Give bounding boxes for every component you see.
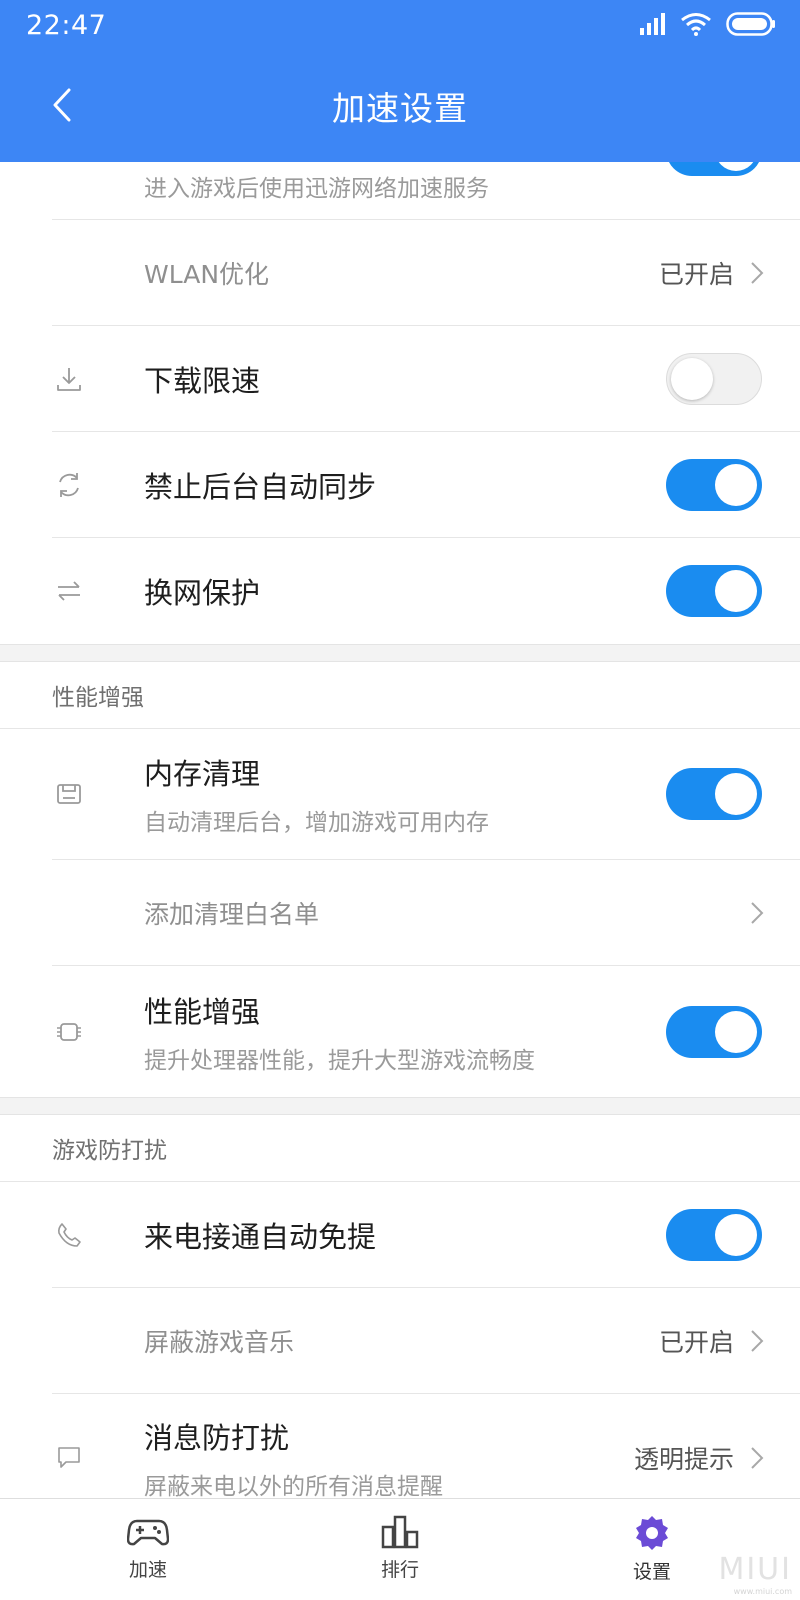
- msg-dnd-subtitle: 屏蔽来电以外的所有消息提醒: [144, 1474, 443, 1498]
- settings-row-msg-dnd[interactable]: 消息防打扰 屏蔽来电以外的所有消息提醒 透明提示: [52, 1394, 800, 1498]
- net-switch-toggle[interactable]: [666, 565, 762, 617]
- app-header: 22:47 加速设置: [0, 0, 800, 162]
- sync-icon: [52, 468, 86, 502]
- ranking-icon: [381, 1515, 419, 1549]
- bg-sync-toggle[interactable]: [666, 458, 762, 511]
- settings-row-call-handsfree[interactable]: 来电接通自动免提: [52, 1182, 800, 1288]
- settings-list[interactable]: 进入游戏后使用迅游网络加速服务 WLAN优化 已开启 下载限速 禁止后台自动同步: [0, 162, 800, 1498]
- call-handsfree-toggle[interactable]: [666, 1208, 762, 1261]
- swap-icon: [52, 574, 86, 608]
- settings-row-net-switch[interactable]: 换网保护: [52, 538, 800, 644]
- settings-row-game-acceleration: 进入游戏后使用迅游网络加速服务: [52, 162, 800, 220]
- download-limit-toggle[interactable]: [666, 352, 762, 405]
- wlan-value: 已开启: [658, 259, 734, 289]
- msg-dnd-title: 消息防打扰: [144, 1421, 290, 1455]
- nav-label: 排行: [380, 1559, 419, 1581]
- row-subtitle: 进入游戏后使用迅游网络加速服务: [144, 176, 489, 202]
- memory-clean-title: 内存清理: [144, 757, 261, 791]
- settings-row-memory-clean[interactable]: 内存清理 自动清理后台，增加游戏可用内存: [52, 729, 800, 860]
- wlan-label: WLAN优化: [144, 259, 270, 289]
- status-icons: [640, 10, 776, 38]
- chevron-right-icon: [751, 1329, 764, 1352]
- section-divider: [0, 644, 800, 662]
- msg-dnd-value: 透明提示: [633, 1445, 734, 1474]
- memory-clean-toggle[interactable]: [666, 768, 762, 820]
- nav-label: 加速: [128, 1559, 167, 1581]
- section-header-dnd: 游戏防打扰: [0, 1115, 800, 1182]
- miui-watermark: MIUI www.miui.com: [718, 1552, 792, 1596]
- nav-label: 设置: [632, 1561, 671, 1583]
- signal-icon: [640, 13, 665, 35]
- settings-row-whitelist[interactable]: 添加清理白名单: [52, 860, 800, 966]
- call-handsfree-title: 来电接通自动免提: [144, 1219, 377, 1254]
- settings-row-download-limit[interactable]: 下载限速: [52, 326, 800, 432]
- chevron-right-icon: [751, 1447, 764, 1469]
- net-switch-title: 换网保护: [144, 576, 261, 610]
- settings-icon: [636, 1516, 668, 1550]
- settings-row-mute-music[interactable]: 屏蔽游戏音乐 已开启: [52, 1288, 800, 1394]
- download-limit-title: 下载限速: [144, 363, 261, 398]
- memory-icon: [52, 777, 86, 811]
- phone-icon: [52, 1218, 86, 1252]
- download-icon: [52, 362, 86, 396]
- nav-item-ranking[interactable]: 排行: [340, 1515, 460, 1595]
- settings-row-bg-sync[interactable]: 禁止后台自动同步: [52, 432, 800, 538]
- chevron-right-icon: [751, 901, 764, 924]
- game-acceleration-toggle[interactable]: [666, 162, 762, 176]
- page-title: 加速设置: [332, 89, 468, 128]
- mute-music-value: 已开启: [658, 1327, 734, 1357]
- memory-clean-subtitle: 自动清理后台，增加游戏可用内存: [144, 810, 489, 836]
- section-header-performance: 性能增强: [0, 662, 800, 729]
- section-divider: [0, 1097, 800, 1115]
- mute-music-label: 屏蔽游戏音乐: [144, 1327, 295, 1357]
- perf-boost-toggle[interactable]: [666, 1005, 762, 1058]
- gamepad-icon: [127, 1519, 169, 1546]
- status-time: 22:47: [26, 10, 107, 41]
- settings-row-perf-boost[interactable]: 性能增强 提升处理器性能，提升大型游戏流畅度: [52, 966, 800, 1097]
- whitelist-label: 添加清理白名单: [144, 899, 320, 929]
- chevron-right-icon: [751, 261, 764, 284]
- nav-item-accelerate[interactable]: 加速: [88, 1515, 208, 1595]
- perf-boost-title: 性能增强: [144, 994, 261, 1029]
- message-icon: [52, 1440, 86, 1474]
- wifi-icon: [681, 13, 711, 36]
- perf-boost-subtitle: 提升处理器性能，提升大型游戏流畅度: [144, 1047, 535, 1074]
- bg-sync-title: 禁止后台自动同步: [144, 469, 377, 504]
- battery-icon: [726, 12, 775, 36]
- settings-row-wlan[interactable]: WLAN优化 已开启: [52, 220, 800, 326]
- bottom-nav: 加速 排行 设置 MIUI www.miui.com: [0, 1498, 800, 1600]
- nav-item-settings[interactable]: 设置: [592, 1515, 712, 1595]
- chip-icon: [52, 1015, 86, 1049]
